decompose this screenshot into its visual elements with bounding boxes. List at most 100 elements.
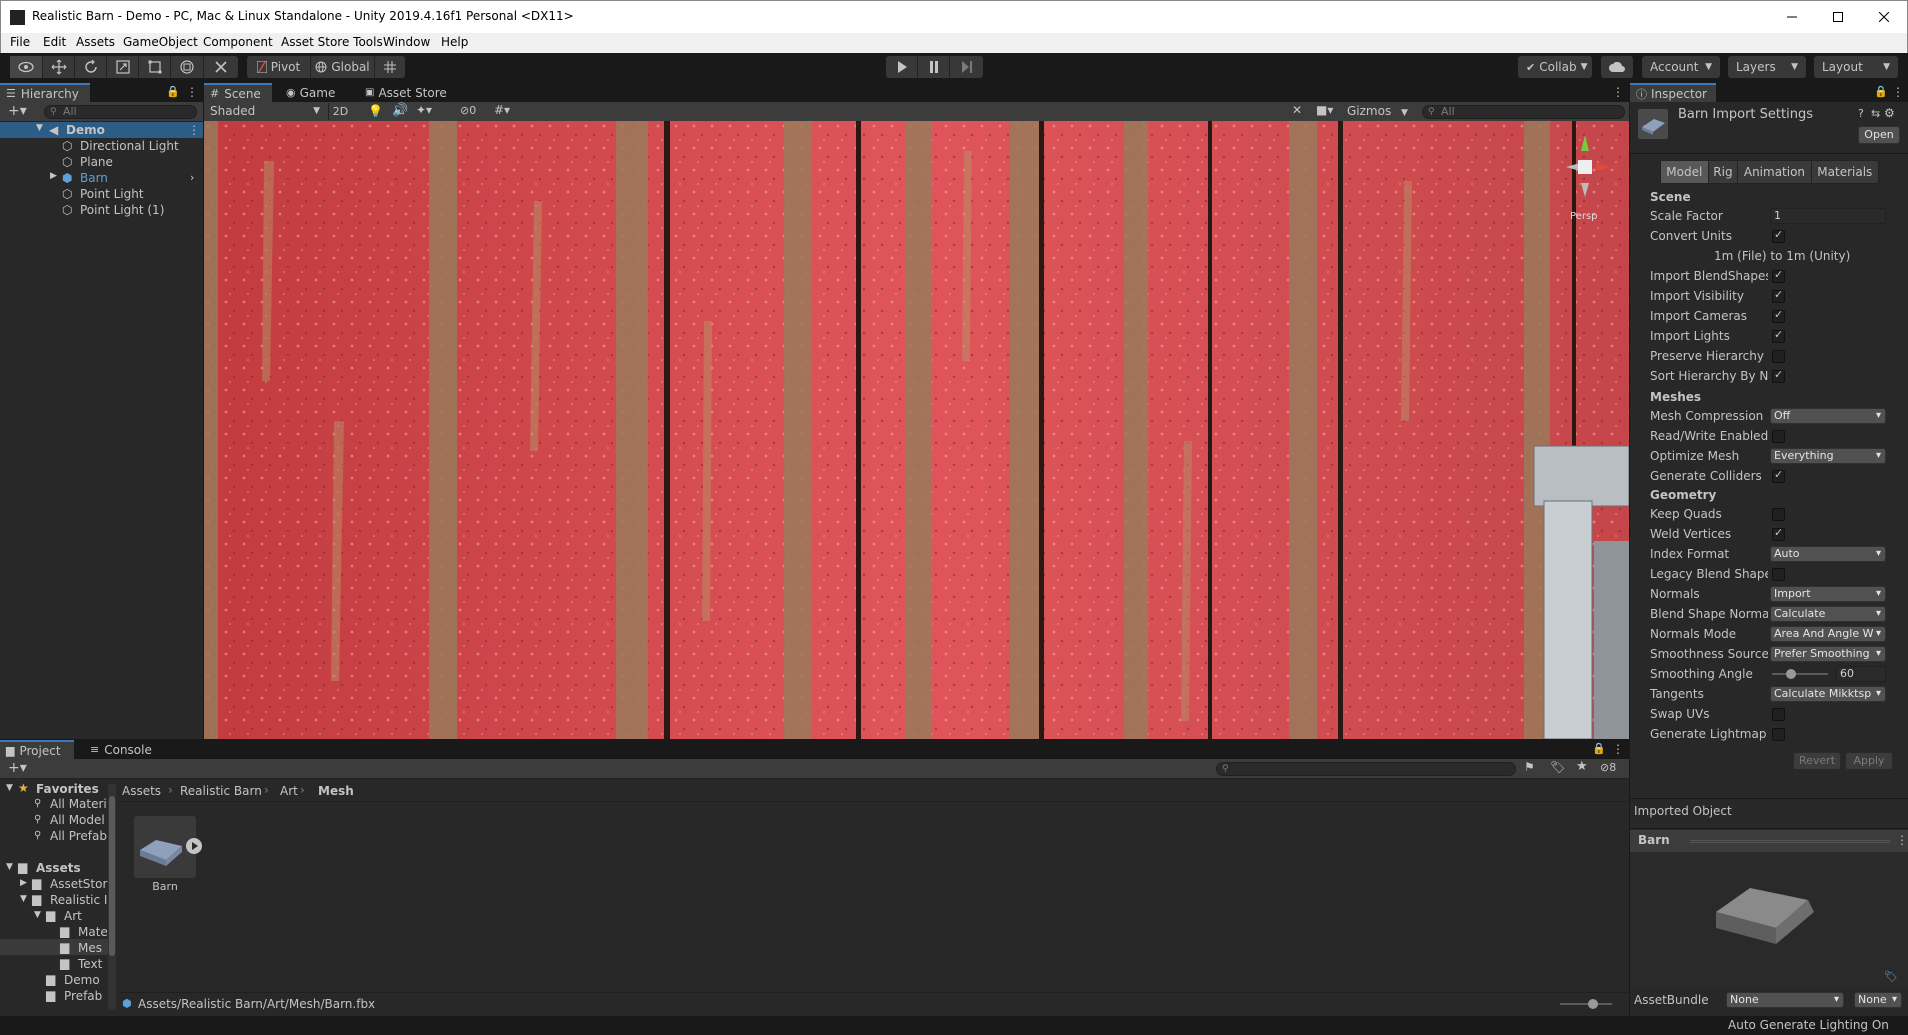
layout-dropdown[interactable]: Layout ▼: [1814, 56, 1898, 78]
menu-component[interactable]: Component: [203, 35, 273, 49]
expand-arrow-icon[interactable]: ▼: [34, 910, 41, 920]
import-visibility-checkbox[interactable]: [1772, 288, 1785, 303]
menu-file[interactable]: File: [10, 35, 30, 49]
rotate-tool-icon[interactable]: [75, 56, 107, 78]
generate-lightmap-checkbox[interactable]: [1772, 728, 1785, 741]
tab-inspector[interactable]: ⓘ Inspector: [1630, 83, 1716, 102]
step-button[interactable]: [950, 56, 983, 78]
hierarchy-item-barn[interactable]: ▶ ⬢ Barn ›: [0, 170, 203, 186]
kebab-menu-icon[interactable]: ⋮: [186, 85, 198, 99]
swap-uvs-checkbox[interactable]: [1772, 708, 1785, 721]
collab-dropdown[interactable]: ✔ Collab ▼: [1518, 56, 1592, 78]
generate-colliders-checkbox[interactable]: [1772, 468, 1785, 483]
hand-tool-icon[interactable]: [10, 56, 43, 78]
help-icon[interactable]: ?: [1858, 107, 1864, 120]
assetbundle-variant-dropdown[interactable]: None: [1854, 992, 1902, 1008]
keep-quads-checkbox[interactable]: [1772, 508, 1785, 521]
scene-viewport[interactable]: x Persp: [204, 121, 1629, 739]
cloud-icon[interactable]: [1601, 56, 1633, 78]
revert-button[interactable]: Revert: [1793, 752, 1841, 770]
tab-model[interactable]: Model: [1661, 161, 1709, 183]
lock-icon[interactable]: 🔒: [166, 85, 180, 98]
audio-toggle-icon[interactable]: 🔊: [392, 103, 408, 118]
breadcrumb-assets[interactable]: Assets: [122, 784, 161, 798]
expand-arrow-icon[interactable]: ▼: [6, 783, 13, 793]
tab-asset-store[interactable]: ▣ Asset Store: [359, 83, 453, 102]
grid-snap-icon[interactable]: [375, 56, 405, 78]
hierarchy-item-point-light-1[interactable]: ⬡ Point Light (1): [0, 202, 203, 218]
effects-icon[interactable]: ✦▾: [416, 103, 432, 117]
breadcrumb-realistic-barn[interactable]: Realistic Barn: [180, 784, 262, 798]
layers-dropdown[interactable]: Layers ▼: [1728, 56, 1806, 78]
hidden-packages-toggle[interactable]: ⊘8: [1600, 761, 1616, 774]
favorite-all-prefabs[interactable]: All Prefab: [50, 829, 107, 843]
folder-demo[interactable]: Demo: [64, 973, 100, 987]
tree-scrollbar[interactable]: [108, 784, 116, 1010]
favorite-star-icon[interactable]: ★: [1576, 759, 1588, 774]
blend-normals-dropdown[interactable]: Calculate: [1770, 606, 1886, 622]
grid-toggle-icon[interactable]: #▾: [494, 103, 510, 117]
import-blendshapes-checkbox[interactable]: [1772, 268, 1785, 283]
icon-size-slider[interactable]: [1560, 999, 1612, 1009]
menu-help[interactable]: Help: [441, 35, 468, 49]
favorite-all-materials[interactable]: All Materi: [50, 797, 107, 811]
expand-arrow-icon[interactable]: ▼: [6, 862, 13, 872]
menu-gameobject[interactable]: GameObject: [123, 35, 198, 49]
favorites-header[interactable]: Favorites: [36, 782, 99, 796]
folder-art[interactable]: Art: [64, 909, 82, 923]
normals-dropdown[interactable]: Import: [1770, 586, 1886, 602]
smoothing-angle-slider-thumb[interactable]: [1785, 669, 1796, 679]
menu-assets[interactable]: Assets: [76, 35, 115, 49]
chevron-right-icon[interactable]: ›: [190, 171, 194, 184]
mesh-compression-dropdown[interactable]: Off: [1770, 408, 1886, 424]
account-dropdown[interactable]: Account ▼: [1642, 56, 1720, 78]
hierarchy-search-input[interactable]: ⚲ All: [44, 105, 197, 119]
tab-project[interactable]: ▆ Project: [0, 740, 74, 759]
model-preview[interactable]: 🏷: [1630, 852, 1908, 990]
transform-tool-icon[interactable]: [171, 56, 204, 78]
gizmos-dropdown[interactable]: Gizmos ▼: [1347, 103, 1408, 120]
create-plus-icon[interactable]: +▾: [8, 103, 27, 119]
scene-search-input[interactable]: ⚲ All: [1422, 105, 1625, 119]
shading-mode-dropdown[interactable]: Shaded ▼: [206, 103, 324, 120]
weld-vertices-checkbox[interactable]: [1772, 526, 1785, 541]
expand-arrow-icon[interactable]: ▼: [20, 894, 27, 904]
2d-toggle[interactable]: 2D: [328, 103, 352, 120]
pause-button[interactable]: [918, 56, 950, 78]
pivot-button[interactable]: Pivot: [247, 56, 311, 78]
tag-icon[interactable]: 🏷: [1884, 970, 1898, 983]
kebab-menu-icon[interactable]: ⋮: [1612, 85, 1624, 99]
asset-thumbnail-barn[interactable]: [134, 816, 202, 878]
tab-scene[interactable]: # Scene: [204, 83, 272, 102]
menu-window[interactable]: Window: [383, 35, 430, 49]
hierarchy-item-demo[interactable]: ▼ ◀ Demo ⋮: [0, 122, 203, 138]
scale-tool-icon[interactable]: [107, 56, 139, 78]
lighting-toggle-icon[interactable]: 💡: [368, 104, 383, 118]
maximize-button[interactable]: [1815, 1, 1861, 33]
menu-asset-store-tools[interactable]: Asset Store Tools: [281, 35, 383, 49]
folder-prefab[interactable]: Prefab: [64, 989, 102, 1003]
favorite-all-models[interactable]: All Model: [50, 813, 105, 827]
assetbundle-dropdown[interactable]: None: [1726, 992, 1844, 1008]
close-button[interactable]: [1861, 1, 1907, 33]
breadcrumb-mesh[interactable]: Mesh: [318, 784, 354, 798]
camera-icon[interactable]: ■▾: [1316, 103, 1333, 117]
legacy-blend-checkbox[interactable]: [1772, 568, 1785, 581]
drag-handle[interactable]: [1690, 840, 1890, 843]
optimize-mesh-dropdown[interactable]: Everything: [1770, 448, 1886, 464]
import-lights-checkbox[interactable]: [1772, 328, 1785, 343]
folder-textures[interactable]: Text: [78, 957, 102, 971]
custom-tool-icon[interactable]: [204, 56, 238, 78]
sort-hierarchy-checkbox[interactable]: [1772, 368, 1785, 383]
tree-scrollbar-thumb[interactable]: [109, 796, 115, 956]
preset-icon[interactable]: ⇆: [1871, 107, 1880, 120]
tab-materials[interactable]: Materials: [1812, 161, 1878, 183]
smoothness-source-dropdown[interactable]: Prefer Smoothing: [1770, 646, 1886, 662]
tab-animation[interactable]: Animation: [1738, 161, 1812, 183]
folder-assetstore[interactable]: AssetStor: [50, 877, 107, 891]
tangents-dropdown[interactable]: Calculate Mikktsp: [1770, 686, 1886, 702]
hierarchy-item-plane[interactable]: ⬡ Plane: [0, 154, 203, 170]
create-plus-icon[interactable]: +▾: [8, 760, 27, 776]
scale-factor-input[interactable]: 1: [1770, 208, 1886, 224]
kebab-menu-icon[interactable]: ⋮: [188, 123, 200, 137]
